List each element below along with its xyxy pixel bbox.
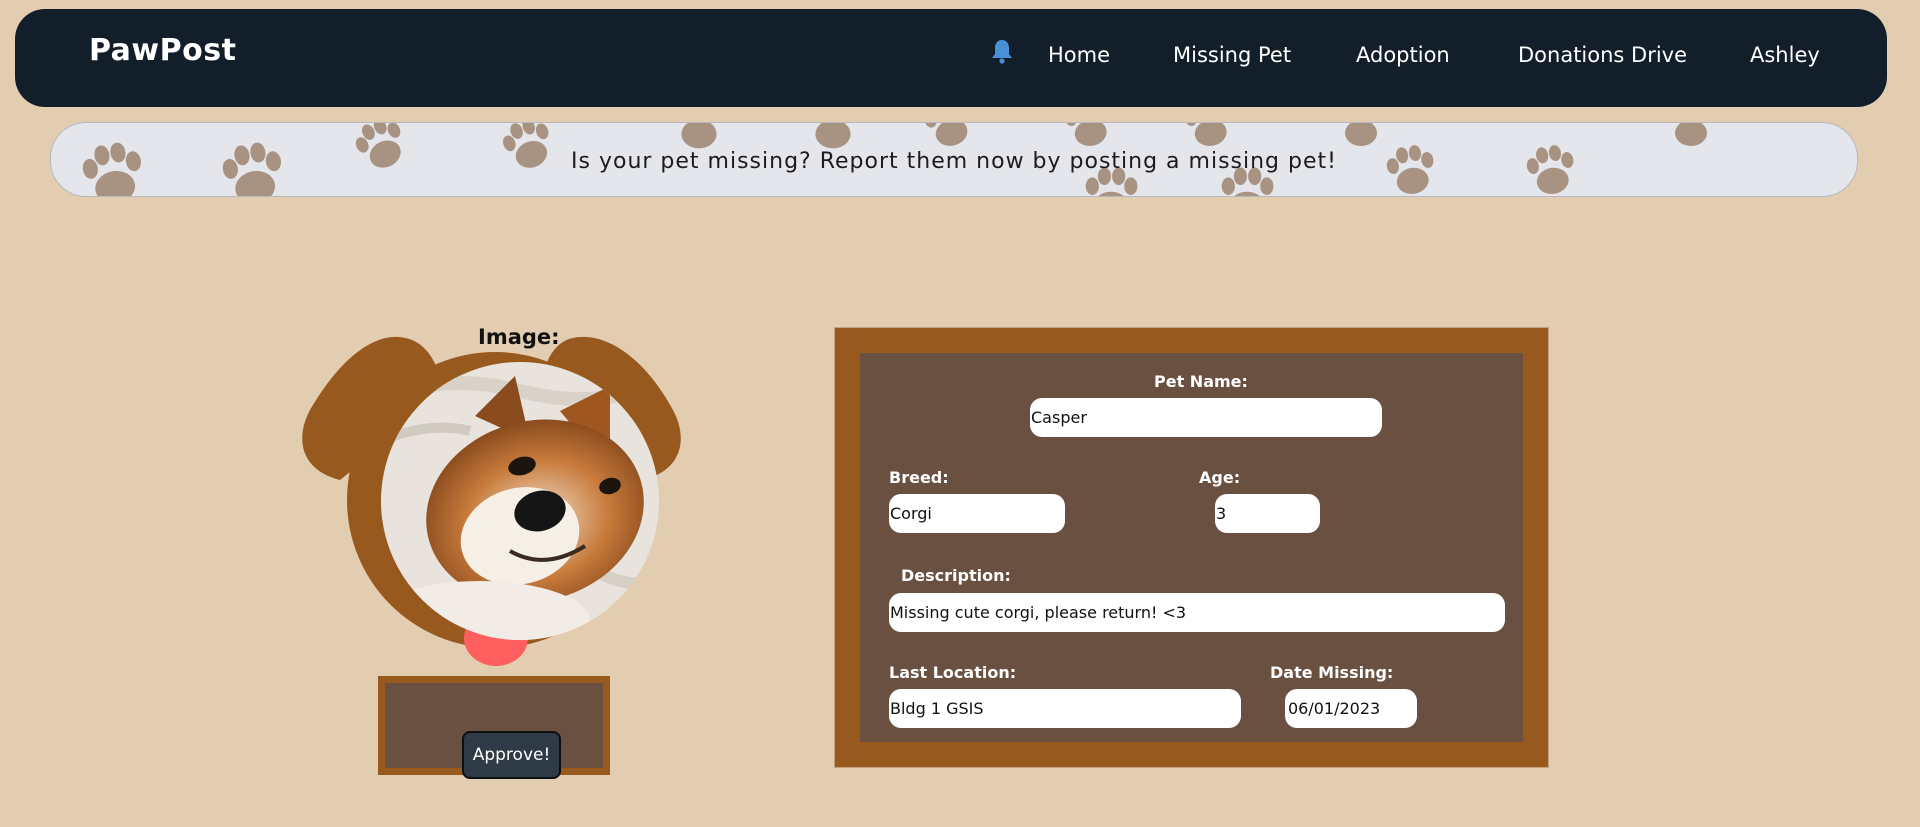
banner-text: Is your pet missing? Report them now by … <box>571 149 1337 174</box>
last-location-label: Last Location: <box>889 663 1017 682</box>
nav-missing-pet[interactable]: Missing Pet <box>1173 43 1291 67</box>
missing-pet-banner: Is your pet missing? Report them now by … <box>50 122 1858 197</box>
age-field[interactable] <box>1215 494 1320 533</box>
nav-home[interactable]: Home <box>1048 43 1110 67</box>
breed-field[interactable] <box>889 494 1065 533</box>
pet-name-field[interactable] <box>1030 398 1382 437</box>
bell-icon[interactable] <box>990 38 1014 64</box>
pet-name-label: Pet Name: <box>1154 372 1248 391</box>
age-label: Age: <box>1199 468 1241 487</box>
brand-logo[interactable]: PawPost <box>89 33 236 68</box>
nav-adoption[interactable]: Adoption <box>1356 43 1450 67</box>
navbar: PawPost Home Missing Pet Adoption Donati… <box>15 9 1887 107</box>
last-location-field[interactable] <box>889 689 1241 728</box>
date-missing-field[interactable] <box>1285 689 1417 728</box>
nav-donations-drive[interactable]: Donations Drive <box>1518 43 1687 67</box>
description-label: Description: <box>901 566 1011 585</box>
pet-details-form: Pet Name: Breed: Age: Description: Last … <box>860 353 1523 742</box>
breed-label: Breed: <box>889 468 949 487</box>
pet-photo <box>381 362 659 640</box>
date-missing-label: Date Missing: <box>1270 663 1394 682</box>
approve-button[interactable]: Approve! <box>462 731 561 779</box>
pet-details-card: Pet Name: Breed: Age: Description: Last … <box>834 327 1549 768</box>
description-field[interactable] <box>889 593 1505 632</box>
nav-user-ashley[interactable]: Ashley <box>1750 43 1820 67</box>
